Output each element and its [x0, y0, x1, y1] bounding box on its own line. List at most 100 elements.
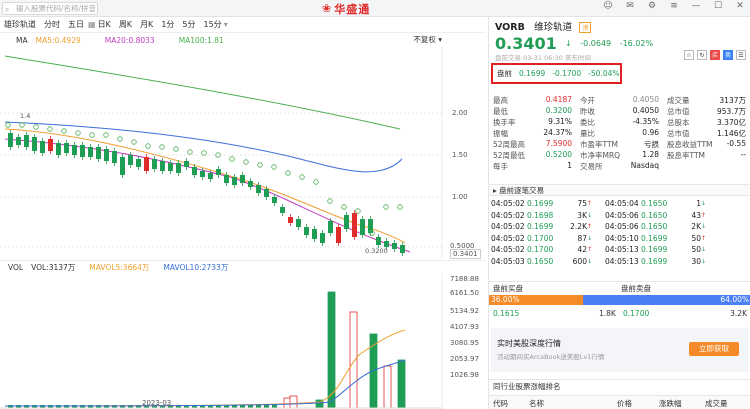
mavol10-value: MAVOL10:2733万: [163, 263, 229, 272]
tab-five-day[interactable]: 五日: [68, 19, 84, 30]
col-change[interactable]: 涨跌幅: [659, 398, 682, 409]
candle-body: [184, 161, 189, 167]
col-name[interactable]: 名称: [529, 398, 544, 409]
trade-cell: 2K: [691, 222, 701, 232]
stat-cell: 52周最高 7.5900: [489, 139, 576, 150]
brand-name: 华盛通: [334, 2, 371, 16]
direction-arrow-icon: ↓: [701, 257, 707, 265]
candle-body: [312, 229, 317, 239]
stat-label: 换手率: [493, 118, 516, 127]
high-marker: 1.4: [20, 112, 31, 120]
trade-row: 04:05:02 0.1699 2.2K ↑ 04:05:06 0.1650 2K ↓: [491, 221, 749, 233]
trade-cell: 42: [577, 245, 587, 255]
ma20-value: MA20:0.8033: [104, 36, 155, 45]
stat-cell: 振幅 24.37%: [489, 128, 576, 139]
stat-label: 市净率MRQ: [580, 151, 621, 160]
settings-icon[interactable]: ⚙: [646, 1, 658, 11]
vol-tick: 7188.88: [450, 275, 479, 283]
price-tick: 1.00: [452, 193, 468, 201]
volume-bar: [349, 311, 358, 409]
stat-label: 交易所: [580, 162, 603, 171]
tab-stock-name[interactable]: 雄珍轨道: [4, 19, 36, 30]
favorite-icon[interactable]: ☆: [684, 50, 694, 60]
candle-body: [136, 159, 141, 167]
vol-tick: 2053.97: [450, 355, 479, 363]
stat-label: 最高: [493, 96, 508, 105]
candle-body: [224, 175, 229, 183]
stat-cell: 每手 1: [489, 161, 576, 172]
ma100-value: MA100:1.81: [178, 36, 224, 45]
trade-row: 04:05:03 0.1650 600 ↓ 04:05:13 0.1699 30 ↓: [491, 256, 749, 268]
promo-button[interactable]: 立即获取: [689, 342, 739, 356]
col-price[interactable]: 价格: [617, 398, 632, 409]
maximize-icon[interactable]: ☐: [712, 1, 724, 11]
sar-dot: [187, 149, 193, 155]
stat-label: 市盈率TTM: [580, 140, 619, 149]
mavol5-value: MAVOL5:3664万: [89, 263, 150, 272]
grid-icon[interactable]: ▦: [88, 20, 96, 29]
more-icon[interactable]: ☰: [736, 50, 746, 60]
candle-body: [264, 189, 269, 197]
stat-value: Nasdaq: [630, 161, 659, 170]
adjust-select[interactable]: 不复权 ▾: [413, 34, 442, 45]
sar-dot: [257, 162, 263, 168]
stat-label: 52周最低: [493, 151, 526, 160]
low-marker: 0.3200: [365, 247, 388, 255]
tab-intraday[interactable]: 分时: [44, 19, 60, 30]
candle-body: [56, 143, 61, 155]
tab-day-k[interactable]: 日K: [98, 19, 111, 30]
industry-header[interactable]: 同行业股票涨幅排名: [489, 379, 750, 392]
stat-cell: 最高 0.4187: [489, 95, 576, 106]
sar-dot: [61, 128, 67, 134]
vol-tick: 3080.95: [450, 339, 479, 347]
menu-icon[interactable]: ≡: [668, 1, 680, 11]
user-icon[interactable]: ☺: [602, 1, 614, 11]
buy-button[interactable]: 买: [710, 50, 720, 60]
sar-dot: [89, 132, 95, 138]
candle-body: [288, 217, 293, 223]
quote-tools: ☆ ↻ 买 卖 ☰: [684, 50, 746, 60]
bidask-values: 0.1615 1.8K 0.1700 3.2K: [489, 307, 750, 319]
quote-panel: VORB 维珍轨道 港 0.3401 ↓ -0.0649 -16.02% 盘前交…: [488, 17, 750, 409]
direction-arrow-icon: ↓: [701, 246, 707, 254]
stat-value: -0.55: [726, 139, 746, 148]
candle-body: [232, 177, 237, 185]
stock-header: VORB 维珍轨道 港: [495, 19, 592, 33]
tab-5min[interactable]: 5分: [182, 19, 195, 30]
candle-body: [240, 175, 245, 183]
sar-dot: [5, 122, 11, 128]
refresh-icon[interactable]: ↻: [697, 50, 707, 60]
minimize-icon[interactable]: —: [690, 1, 702, 11]
search-input[interactable]: ⌕ 输入股票代码/名称/拼音: [2, 2, 98, 15]
close-icon[interactable]: ✕: [734, 1, 746, 11]
candle-body: [176, 163, 181, 173]
sell-button[interactable]: 卖: [723, 50, 733, 60]
tab-15min[interactable]: 15分: [204, 19, 222, 30]
stat-value: 0.4187: [545, 95, 572, 104]
candle-body: [192, 167, 197, 175]
trade-cell: 04:05:06: [605, 210, 639, 220]
vol-tick: 6161.50: [450, 289, 479, 297]
chevron-down-icon[interactable]: ▾: [224, 20, 228, 29]
stat-cell: 总股本 3.370亿: [663, 117, 750, 128]
candle-body: [400, 245, 405, 253]
tab-month-k[interactable]: 月K: [140, 19, 153, 30]
sar-dot: [103, 132, 109, 138]
candle-body: [152, 159, 157, 169]
tab-1min[interactable]: 1分: [161, 19, 174, 30]
mail-icon[interactable]: ✉: [624, 1, 636, 11]
col-volume[interactable]: 成交量: [705, 398, 728, 409]
ask-size: 3.2K: [730, 309, 747, 318]
stat-label: 每手: [493, 162, 508, 171]
candle-body: [304, 227, 309, 235]
trades-header[interactable]: ▸ 盘前逐笔交易: [489, 184, 750, 196]
trade-cell: 75: [577, 199, 587, 209]
tab-week-k[interactable]: 周K: [119, 19, 132, 30]
col-code[interactable]: 代码: [493, 398, 508, 409]
stat-label: 昨收: [580, 107, 595, 116]
top-bar: ⌕ 输入股票代码/名称/拼音 ❀ 华盛通 ☺ ✉ ⚙ ≡ — ☐ ✕: [0, 0, 750, 17]
trade-cell: 0.1699: [641, 233, 668, 243]
stat-label: 委比: [580, 118, 595, 127]
candle-body: [296, 219, 301, 227]
volume-bar: [383, 365, 392, 409]
